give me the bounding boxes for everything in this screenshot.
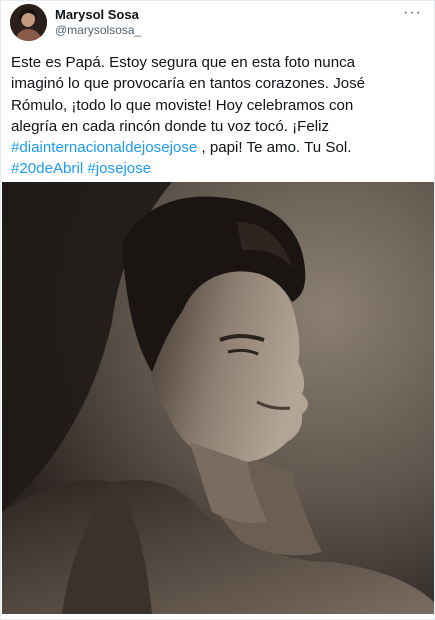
tweet-card: Marysol Sosa @marysolsosa_ ··· Este es P… [0, 0, 435, 620]
tweet-text-line: alegría en cada rincón donde tu voz tocó… [11, 117, 329, 135]
tweet-text-line: imaginó lo que provocaría en tantos cora… [11, 75, 366, 93]
hashtag-link[interactable]: #diainternacionaldejosejose [11, 139, 197, 156]
tweet-text-line: #diainternacionaldejosejose , papi! Te a… [11, 137, 431, 158]
author-display-name[interactable]: Marysol Sosa [55, 7, 139, 22]
tweet-text-line: #20deAbril #josejose [11, 158, 431, 179]
author-handle[interactable]: @marysolsosa_ [55, 23, 141, 37]
author-avatar[interactable] [10, 4, 47, 41]
tweet-text-line: Este es Papá. Estoy segura que en esta f… [11, 54, 356, 71]
tweet-text: Este es Papá. Estoy segura que en esta f… [11, 52, 431, 180]
hashtag-link[interactable]: #josejose [87, 160, 151, 177]
tweet-text-line: Rómulo, ¡todo lo que moviste! Hoy celebr… [11, 96, 354, 114]
tweet-photo[interactable] [2, 182, 434, 614]
hashtag-link[interactable]: #20deAbril [11, 160, 83, 177]
tweet-text-segment: , papi! Te amo. Tu Sol. [197, 139, 352, 157]
more-options-icon[interactable]: ··· [403, 5, 422, 21]
